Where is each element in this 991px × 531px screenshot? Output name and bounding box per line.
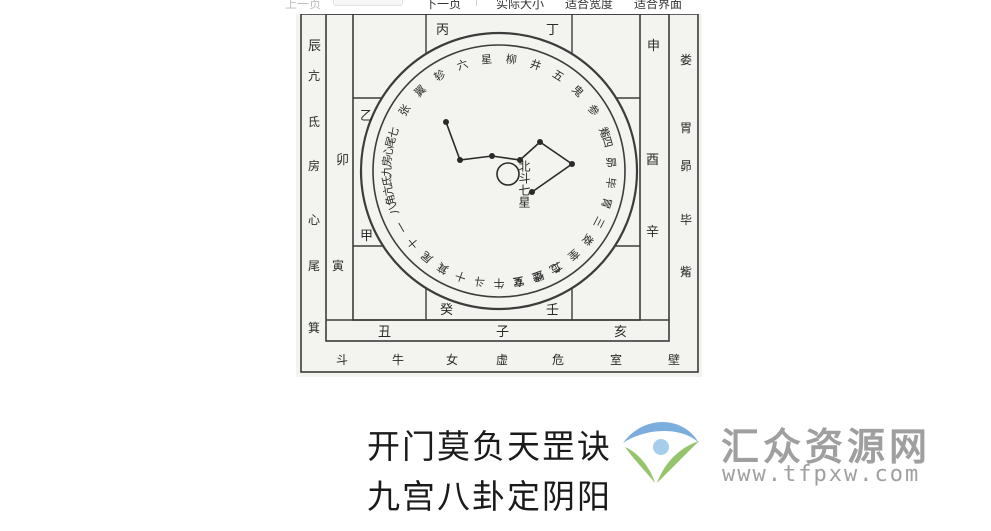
stem-jia: 甲: [360, 229, 373, 244]
mansion-label: 室: [610, 352, 622, 367]
stem-you: 酉: [646, 153, 659, 168]
mansion-label: 牛: [392, 352, 404, 367]
corner-shen: 申: [647, 39, 660, 54]
toolbar-divider: [476, 0, 477, 6]
mansion-label: 箕: [308, 321, 320, 335]
branch-zi: 子: [496, 325, 509, 340]
mansion-label: 壁: [668, 352, 680, 367]
mansion-label: 胃: [680, 121, 692, 135]
branch-hai: 亥: [614, 325, 627, 340]
ring-char: 星: [480, 53, 492, 67]
prev-page-button[interactable]: 上一页: [285, 0, 321, 12]
outer-ring: [359, 31, 639, 311]
mansion-label: 虚: [496, 353, 508, 367]
mansion-label: 寅: [332, 258, 344, 273]
stem-yi: 乙: [360, 109, 373, 124]
viewer-toolbar: 上一页 下一页 实际大小 适合宽度 适合界面: [0, 0, 991, 14]
mansion-label: 尾: [308, 259, 320, 273]
mansion-label: 毕: [680, 213, 692, 227]
ring-char: 斗: [473, 274, 486, 289]
mansion-label: 氐: [308, 115, 320, 129]
mansion-label: 娄: [680, 52, 692, 67]
stem-xin: 辛: [646, 225, 659, 240]
page-number-input[interactable]: [333, 0, 403, 6]
mansion-label: 斗: [336, 353, 348, 367]
corner-chen: 辰: [308, 39, 321, 54]
mansion-label: 女: [446, 352, 458, 367]
branch-bing: 丙: [436, 23, 449, 38]
fit-width-button[interactable]: 适合宽度: [565, 0, 613, 12]
ring-char: 牛: [494, 277, 505, 291]
stem-ren: 壬: [546, 303, 559, 318]
caption-line-1: 开门莫负天罡诀: [367, 427, 612, 466]
mansion-label: 亢: [308, 68, 320, 83]
branch-ding: 丁: [546, 23, 559, 38]
big-dipper-label: 北斗七星: [517, 160, 531, 208]
ring-char: 柳: [505, 52, 517, 67]
next-page-button[interactable]: 下一页: [425, 0, 461, 12]
mansion-label: 昴: [680, 159, 692, 173]
caption-line-2: 九宫八卦定阴阳: [367, 477, 612, 516]
stem-gui: 癸: [440, 303, 453, 318]
branch-chou: 丑: [378, 325, 391, 340]
mansion-label: 觜: [680, 265, 692, 279]
watermark-logo-icon: [623, 422, 699, 483]
mansion-label: 房: [308, 158, 320, 173]
stem-mao: 卯: [336, 153, 349, 168]
mansion-label: 危: [552, 353, 564, 367]
ring-char: 昴: [604, 156, 618, 168]
fit-page-button[interactable]: 适合界面: [634, 0, 682, 12]
document-image: 丁 丙 乙 卯 甲 酉 辛 丑 子 亥 癸 壬 申 辰 亢 氐 房 心 尾 寅 …: [296, 14, 702, 377]
mansion-label: 心: [308, 213, 320, 227]
nine-palace-diagram: 丁 丙 乙 卯 甲 酉 辛 丑 子 亥 癸 壬 申 辰 亢 氐 房 心 尾 寅 …: [300, 14, 699, 373]
watermark-site-url: www.tfpxw.com: [722, 462, 921, 487]
ring-char: 毕: [603, 177, 617, 189]
actual-size-button[interactable]: 实际大小: [496, 0, 544, 12]
